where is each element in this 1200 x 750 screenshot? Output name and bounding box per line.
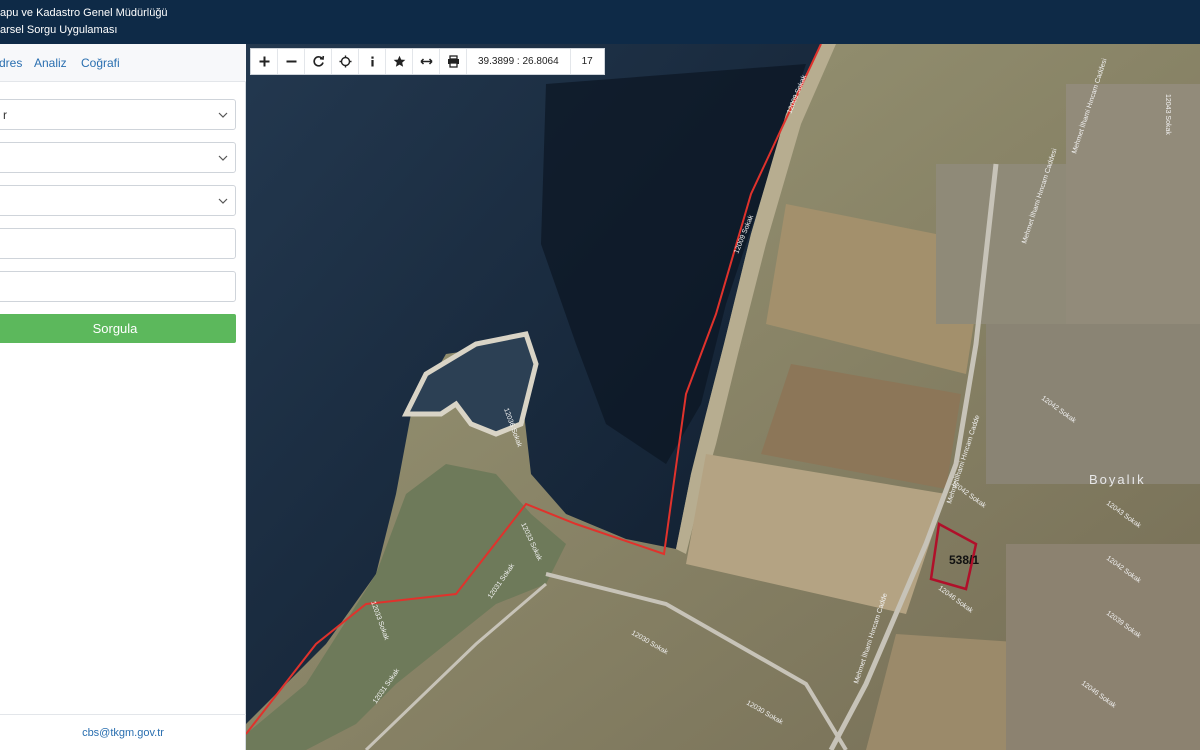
measure-button[interactable] xyxy=(413,49,440,74)
query-button[interactable]: Sorgula xyxy=(0,314,236,343)
zoom-in-button[interactable] xyxy=(251,49,278,74)
info-icon xyxy=(370,56,374,67)
block-input[interactable] xyxy=(0,228,236,259)
app-header: apu ve Kadastro Genel Müdürlüğü arsel So… xyxy=(0,0,1200,44)
map-view[interactable]: 538/1 Boyalık 12009 Sokak 12009 Sokak 12… xyxy=(246,44,1200,750)
coordinate-readout: 39.3899 : 26.8064 xyxy=(467,49,571,74)
chevron-down-icon xyxy=(218,112,228,118)
print-button[interactable] xyxy=(440,49,467,74)
satellite-map[interactable]: 538/1 Boyalık 12009 Sokak 12009 Sokak 12… xyxy=(246,44,1200,750)
favorite-icon xyxy=(393,55,405,67)
header-title-line1: apu ve Kadastro Genel Müdürlüğü xyxy=(0,7,168,19)
parcel-label: 538/1 xyxy=(949,553,979,567)
header-title-line2: arsel Sorgu Uygulaması xyxy=(0,24,118,36)
tab-analiz[interactable]: Analiz xyxy=(34,56,67,70)
province-select-value: r xyxy=(3,108,7,122)
parcel-input[interactable] xyxy=(0,271,236,302)
locate-button[interactable] xyxy=(332,49,359,74)
neighborhood-select[interactable] xyxy=(0,185,236,216)
info-button[interactable] xyxy=(359,49,386,74)
zoom-in-icon xyxy=(259,56,269,67)
chevron-down-icon xyxy=(218,198,228,204)
print-icon xyxy=(447,55,459,68)
street-label: 12043 Sokak xyxy=(1164,94,1171,135)
refresh-button[interactable] xyxy=(305,49,332,74)
zoom-level-readout: 17 xyxy=(581,56,593,67)
zoom-out-icon xyxy=(286,60,296,63)
tab-cografi[interactable]: Coğrafi xyxy=(81,56,120,70)
district-select[interactable] xyxy=(0,142,236,173)
map-toolbar: 39.3899 : 26.8064 17 xyxy=(250,48,605,75)
zoom-out-button[interactable] xyxy=(278,49,305,74)
measure-icon xyxy=(419,58,433,65)
sidebar-tabs: dres Analiz Coğrafi xyxy=(0,44,246,82)
query-sidebar: dres Analiz Coğrafi r Sorgula cbs@tkgm.g… xyxy=(0,44,246,750)
locate-icon xyxy=(339,55,351,68)
province-select[interactable]: r xyxy=(0,99,236,130)
footer-email-link[interactable]: cbs@tkgm.gov.tr xyxy=(0,714,246,750)
tab-adres[interactable]: dres xyxy=(0,56,22,70)
refresh-icon xyxy=(312,55,324,67)
place-label: Boyalık xyxy=(1089,472,1146,487)
chevron-down-icon xyxy=(218,155,228,161)
favorite-button[interactable] xyxy=(386,49,413,74)
